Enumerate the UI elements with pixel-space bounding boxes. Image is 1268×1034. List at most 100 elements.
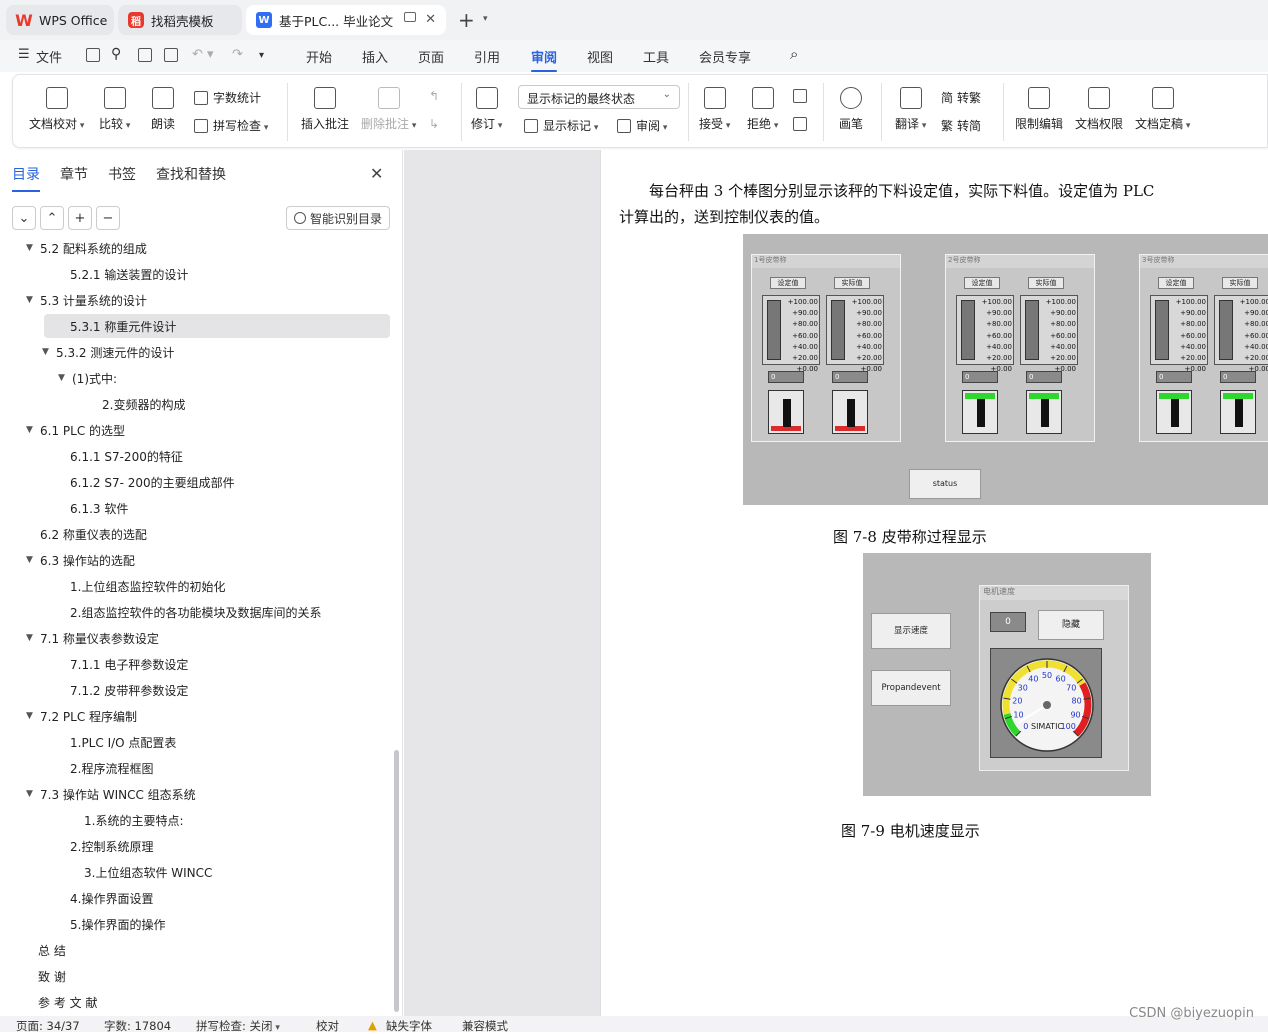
toc-item[interactable]: 6.1.1 S7-200的特征 xyxy=(70,444,183,468)
toc-item[interactable]: 1.上位组态监控软件的初始化 xyxy=(70,574,225,598)
scrollbar[interactable] xyxy=(394,750,399,1012)
search-icon[interactable]: ⌕ xyxy=(790,45,798,63)
insert-comment-button[interactable]: 插入批注 xyxy=(301,87,349,132)
expand-arrow-icon[interactable]: ▼ xyxy=(26,295,40,305)
expand-arrow-icon[interactable]: ▼ xyxy=(58,373,72,383)
toc-item[interactable]: ▼ 5.2 配料系统的组成 xyxy=(26,242,147,260)
toc-item[interactable]: 总 结 xyxy=(38,938,66,962)
prev-comment-icon[interactable]: ↰ xyxy=(429,89,439,103)
doc-check-button[interactable]: 文档校对 xyxy=(29,87,84,132)
restrict-edit-button[interactable]: 限制编辑 xyxy=(1015,87,1063,132)
remove-icon[interactable]: − xyxy=(96,206,120,230)
smart-toc-button[interactable]: 智能识别目录 xyxy=(286,206,390,230)
toc-item[interactable]: 6.1.3 软件 xyxy=(70,496,128,520)
save-icon[interactable] xyxy=(86,48,100,62)
close-icon[interactable]: ✕ xyxy=(370,164,383,183)
redo-icon[interactable]: ↷ xyxy=(232,47,243,62)
finalize-button[interactable]: 文档定稿 xyxy=(1135,87,1190,132)
menu-member[interactable]: 会员专享 xyxy=(699,47,751,66)
toc-item[interactable]: 2.变频器的构成 xyxy=(102,392,185,416)
toc-item[interactable]: 3.上位组态软件 WINCC xyxy=(84,860,212,884)
toc-item[interactable]: ▼ 5.3 计量系统的设计 xyxy=(26,288,147,312)
next-comment-icon[interactable]: ↳ xyxy=(429,117,439,131)
revise-button[interactable]: 修订 xyxy=(471,87,502,132)
close-tab-icon[interactable]: ✕ xyxy=(425,12,436,27)
menu-start[interactable]: 开始 xyxy=(306,47,332,66)
menu-view[interactable]: 视图 xyxy=(587,47,613,66)
toc-item[interactable]: 6.2 称重仪表的选配 xyxy=(40,522,147,546)
tab-chapters[interactable]: 章节 xyxy=(60,164,88,184)
accept-button[interactable]: 接受 xyxy=(699,87,730,132)
toc-item[interactable]: 2.程序流程框图 xyxy=(70,756,153,780)
print-preview-icon[interactable] xyxy=(164,48,178,62)
toc-item[interactable]: ▼ 5.3.2 测速元件的设计 xyxy=(42,340,174,364)
expand-arrow-icon[interactable]: ▼ xyxy=(26,555,40,565)
print-icon[interactable] xyxy=(138,48,152,62)
expand-arrow-icon[interactable]: ▼ xyxy=(26,425,40,435)
more-chevron-icon[interactable]: ▾ xyxy=(259,50,264,61)
undo-icon[interactable]: ↶ ▾ xyxy=(192,47,214,62)
toc-item[interactable]: 2.控制系统原理 xyxy=(70,834,153,858)
mark-state-select[interactable]: 显示标记的最终状态 ⌄ xyxy=(518,85,680,109)
menu-tools[interactable]: 工具 xyxy=(643,47,669,66)
chevron-down-icon[interactable]: ▾ xyxy=(483,14,488,24)
toc-item[interactable]: ▼ 7.3 操作站 WINCC 组态系统 xyxy=(26,782,196,806)
toc-item[interactable]: 2.组态监控软件的各功能模块及数据库间的关系 xyxy=(70,600,321,624)
doc-permission-button[interactable]: 文档权限 xyxy=(1075,87,1123,132)
to-traditional-button[interactable]: 简 转繁 xyxy=(941,89,981,106)
reject-button[interactable]: 拒绝 xyxy=(747,87,778,132)
toc-item[interactable]: 致 谢 xyxy=(38,964,66,988)
expand-arrow-icon[interactable]: ▼ xyxy=(26,789,40,799)
monitor-icon[interactable] xyxy=(404,12,416,22)
document-page[interactable]: 每台秤由 3 个棒图分别显示该秤的下料设定值，实际下料值。设定值为 PLC 计算… xyxy=(600,150,1268,1016)
show-marks-button[interactable]: 显示标记 xyxy=(524,117,598,134)
menu-reference[interactable]: 引用 xyxy=(474,47,500,66)
toc-item[interactable]: 1.PLC I/O 点配置表 xyxy=(70,730,176,754)
tab-docer-templates[interactable]: 稻 找稻壳模板 xyxy=(118,5,242,35)
toc-item[interactable]: ▼ 7.1 称量仪表参数设定 xyxy=(26,626,159,650)
hamburger-icon[interactable]: ☰ xyxy=(18,47,30,62)
toc-item[interactable]: ▼ (1)式中: xyxy=(58,366,117,390)
toc-item[interactable]: 7.1.2 皮带秤参数设定 xyxy=(70,678,188,702)
new-tab-plus-icon[interactable]: + xyxy=(458,8,475,32)
toc-item[interactable]: ▼ 7.2 PLC 程序编制 xyxy=(26,704,137,728)
word-count-button[interactable]: 字数统计 xyxy=(194,89,261,106)
collapse-up-icon[interactable]: ⌃ xyxy=(40,206,64,230)
to-simplified-button[interactable]: 繁 转简 xyxy=(941,117,981,134)
menu-page[interactable]: 页面 xyxy=(418,47,444,66)
tab-wps-office[interactable]: W WPS Office xyxy=(6,5,114,35)
menu-review[interactable]: 审阅 xyxy=(531,47,558,72)
toc-item[interactable]: 5.操作界面的操作 xyxy=(70,912,165,936)
toc-item[interactable]: ▼ 6.1 PLC 的选型 xyxy=(26,418,125,442)
review-pane-button[interactable]: 审阅 xyxy=(617,117,667,134)
toc-item[interactable]: 5.2.1 输送装置的设计 xyxy=(70,262,188,286)
translate-button[interactable]: 翻译 xyxy=(895,87,926,132)
compare-button[interactable]: 比较 xyxy=(99,87,130,132)
toc-item[interactable]: 参 考 文 献 xyxy=(38,990,97,1014)
next-change-icon[interactable] xyxy=(793,117,812,131)
menu-file[interactable]: 文件 xyxy=(36,47,62,66)
toc-item[interactable]: 7.1.1 电子秤参数设定 xyxy=(70,652,188,676)
pen-button[interactable]: 画笔 xyxy=(839,87,863,132)
tab-bookmarks[interactable]: 书签 xyxy=(108,164,136,184)
expand-arrow-icon[interactable]: ▼ xyxy=(26,711,40,721)
toc-item[interactable]: ▼ 6.3 操作站的选配 xyxy=(26,548,135,572)
prev-change-icon[interactable] xyxy=(793,89,812,103)
expand-arrow-icon[interactable]: ▼ xyxy=(26,243,40,253)
add-icon[interactable]: + xyxy=(68,206,92,230)
tab-find-replace[interactable]: 查找和替换 xyxy=(156,164,226,184)
delete-comment-button[interactable]: 删除批注 xyxy=(361,87,416,132)
spell-check-button[interactable]: 拼写检查 xyxy=(194,117,268,134)
share-icon[interactable]: ⚲ xyxy=(111,46,121,62)
expand-down-icon[interactable]: ⌄ xyxy=(12,206,36,230)
tab-document[interactable]: W 基于PLC... 毕业论文 ✕ xyxy=(246,5,446,35)
read-aloud-button[interactable]: 朗读 xyxy=(151,87,175,132)
expand-arrow-icon[interactable]: ▼ xyxy=(42,347,56,357)
toc-item[interactable]: 4.操作界面设置 xyxy=(70,886,153,910)
tab-toc[interactable]: 目录 xyxy=(12,164,40,192)
toc-item[interactable]: 6.1.2 S7- 200的主要组成部件 xyxy=(70,470,235,494)
toc-item[interactable]: 5.3.1 称重元件设计 xyxy=(44,314,390,338)
menu-insert[interactable]: 插入 xyxy=(362,47,388,66)
toc-item[interactable]: 1.系统的主要特点: xyxy=(84,808,184,832)
expand-arrow-icon[interactable]: ▼ xyxy=(26,633,40,643)
